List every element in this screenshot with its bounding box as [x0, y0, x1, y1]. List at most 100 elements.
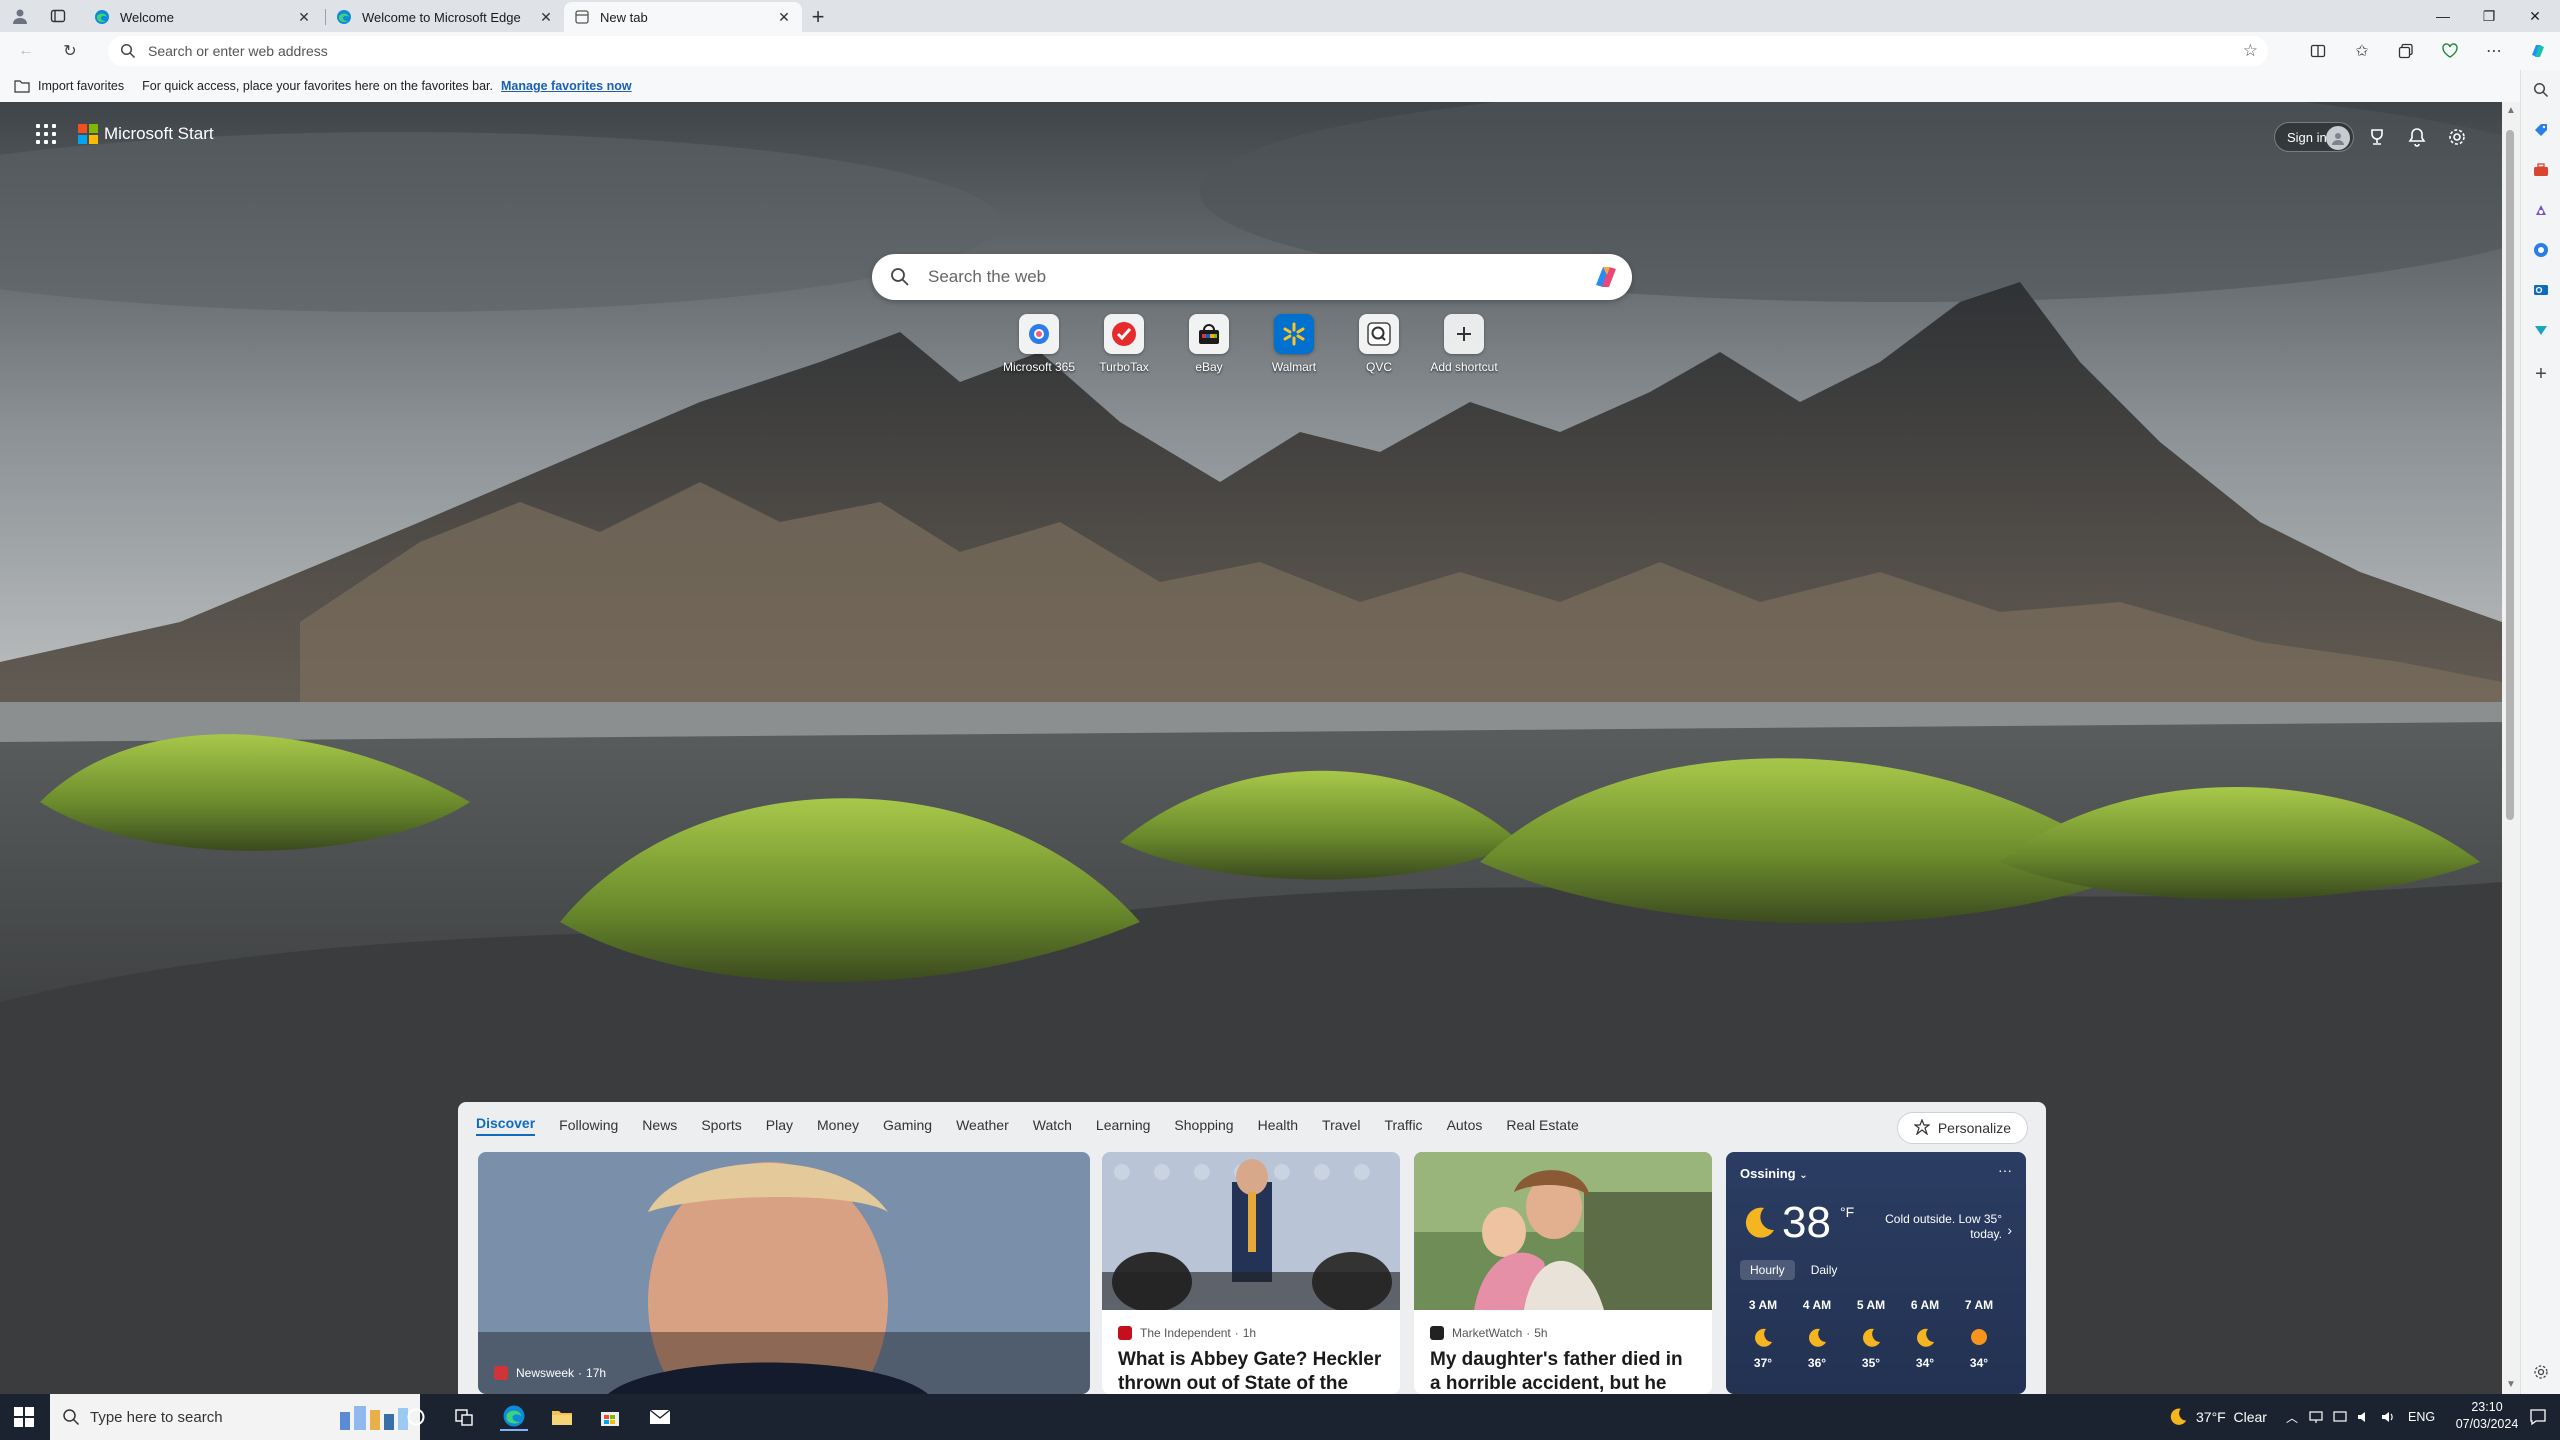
new-tab-page: Microsoft Start Sign in Search the web M… [0, 102, 2502, 1394]
shortcut-add[interactable]: Add shortcut [1422, 314, 1506, 374]
back-icon[interactable]: ← [14, 39, 38, 63]
tab-autos[interactable]: Autos [1447, 1117, 1483, 1133]
split-screen-icon[interactable] [2306, 39, 2330, 63]
source-time: 5h [1534, 1326, 1548, 1340]
tab-play[interactable]: Play [766, 1117, 793, 1133]
favorite-star-icon[interactable]: ☆ [2243, 41, 2258, 61]
tab-weather[interactable]: Weather [956, 1117, 1009, 1133]
close-window-icon[interactable]: ✕ [2512, 0, 2558, 32]
weather-location[interactable]: Ossining ⌄ [1740, 1166, 1808, 1181]
tab-traffic[interactable]: Traffic [1384, 1117, 1422, 1133]
drop-icon[interactable] [2529, 318, 2553, 342]
weather-widget[interactable]: Ossining ⌄ ··· 38 °F Cold outside. Low 3… [1726, 1152, 2026, 1394]
profile-icon[interactable] [8, 4, 32, 28]
favorites-icon[interactable]: ✩ [2350, 39, 2374, 63]
tab-learning[interactable]: Learning [1096, 1117, 1151, 1133]
more-options-icon[interactable]: ··· [1998, 1162, 2012, 1178]
news-card[interactable]: The Independent · 1h What is Abbey Gate?… [1102, 1152, 1400, 1394]
temperature-unit: °F [1840, 1204, 1855, 1220]
restore-icon[interactable]: ❐ [2466, 0, 2512, 32]
settings-more-icon[interactable]: ⋯ [2482, 39, 2506, 63]
close-tab-icon[interactable]: ✕ [776, 9, 792, 25]
sign-in-button[interactable]: Sign in [2274, 122, 2354, 152]
copilot-search-icon[interactable] [1590, 261, 1622, 293]
tab-welcome[interactable]: Welcome ✕ [84, 2, 322, 32]
close-tab-icon[interactable]: ✕ [538, 9, 554, 25]
notification-center-icon[interactable] [2524, 1403, 2552, 1431]
tab-real-estate[interactable]: Real Estate [1506, 1117, 1578, 1133]
tab-title: Welcome [120, 9, 174, 25]
turbotax-icon [1104, 314, 1144, 354]
tab-discover[interactable]: Discover [476, 1115, 536, 1136]
tab-daily[interactable]: Daily [1801, 1260, 1848, 1280]
tab-new-tab[interactable]: New tab ✕ [564, 2, 802, 32]
app-launcher-icon[interactable] [36, 124, 56, 144]
shortcut-ebay[interactable]: eBay [1167, 314, 1251, 374]
edge-taskbar-icon[interactable] [500, 1403, 528, 1431]
new-tab-button[interactable]: + [805, 4, 831, 30]
microsoft-365-sidebar-icon[interactable] [2529, 238, 2553, 262]
import-favorites-button[interactable]: Import favorites [14, 79, 124, 93]
personalize-button[interactable]: Personalize [1896, 1112, 2028, 1144]
cortana-icon[interactable] [402, 1403, 430, 1431]
microsoft-start-label[interactable]: Microsoft Start [104, 124, 214, 144]
edge-sidebar: + [2520, 70, 2560, 1394]
speaker-icon[interactable] [2374, 1403, 2402, 1431]
tab-welcome-to-edge[interactable]: Welcome to Microsoft Edge ✕ [326, 2, 564, 32]
taskbar-search-box[interactable]: Type here to search [50, 1394, 420, 1440]
page-settings-gear-icon[interactable] [2444, 124, 2470, 150]
tab-gaming[interactable]: Gaming [883, 1117, 932, 1133]
sidebar-settings-gear-icon[interactable] [2529, 1360, 2553, 1384]
current-temperature: 38 [1782, 1198, 1831, 1247]
tab-actions-icon[interactable] [46, 4, 70, 28]
windows-start-icon[interactable] [14, 1407, 34, 1427]
add-sidebar-app-icon[interactable]: + [2529, 362, 2553, 386]
notifications-bell-icon[interactable] [2404, 124, 2430, 150]
outlook-icon[interactable] [2529, 278, 2553, 302]
rewards-icon[interactable] [2364, 124, 2390, 150]
tab-health[interactable]: Health [1258, 1117, 1298, 1133]
refresh-icon[interactable]: ↻ [58, 39, 82, 63]
taskbar-weather[interactable]: 37°F Clear [2168, 1394, 2267, 1440]
language-indicator[interactable]: ENG [2408, 1394, 2435, 1440]
shortcut-turbotax[interactable]: TurboTax [1082, 314, 1166, 374]
tab-following[interactable]: Following [559, 1117, 618, 1133]
tab-hourly[interactable]: Hourly [1740, 1260, 1795, 1280]
browser-essentials-icon[interactable] [2438, 39, 2462, 63]
news-card-large[interactable]: Newsweek · 17h [478, 1152, 1090, 1394]
tab-news[interactable]: News [642, 1117, 677, 1133]
shortcut-microsoft-365[interactable]: Microsoft 365 [997, 314, 1081, 374]
address-bar[interactable]: Search or enter web address ☆ [108, 36, 2268, 66]
games-icon[interactable] [2529, 198, 2553, 222]
tab-sports[interactable]: Sports [701, 1117, 741, 1133]
scroll-up-icon[interactable]: ▲ [2506, 106, 2516, 116]
tab-money[interactable]: Money [817, 1117, 859, 1133]
tab-watch[interactable]: Watch [1033, 1117, 1072, 1133]
tab-title: New tab [600, 9, 648, 25]
chevron-right-icon[interactable]: › [2007, 1222, 2012, 1238]
collections-icon[interactable] [2394, 39, 2418, 63]
shortcut-walmart[interactable]: Walmart [1252, 314, 1336, 374]
tools-briefcase-icon[interactable] [2529, 158, 2553, 182]
page-scrollbar[interactable]: ▲ ▼ [2502, 102, 2520, 1394]
shopping-tag-icon[interactable] [2529, 118, 2553, 142]
shortcut-qvc[interactable]: QVC [1337, 314, 1421, 374]
minimize-icon[interactable]: — [2420, 0, 2466, 32]
mail-icon[interactable] [646, 1403, 674, 1431]
tab-shopping[interactable]: Shopping [1174, 1117, 1233, 1133]
task-view-icon[interactable] [450, 1403, 478, 1431]
close-tab-icon[interactable]: ✕ [296, 9, 312, 25]
news-card[interactable]: MarketWatch · 5h My daughter's father di… [1414, 1152, 1712, 1394]
copilot-icon[interactable] [2526, 39, 2550, 63]
sidebar-search-icon[interactable] [2529, 78, 2553, 102]
microsoft-store-icon[interactable] [596, 1403, 624, 1431]
scrollbar-thumb[interactable] [2506, 130, 2514, 820]
scroll-down-icon[interactable]: ▼ [2506, 1380, 2516, 1390]
hourly-forecast-item: 5 AM 35° [1844, 1298, 1898, 1370]
plus-icon [1444, 314, 1484, 354]
tab-travel[interactable]: Travel [1322, 1117, 1360, 1133]
manage-favorites-link[interactable]: Manage favorites now [501, 79, 632, 93]
taskbar-clock[interactable]: 23:10 07/03/2024 [2452, 1399, 2522, 1433]
web-search-box[interactable]: Search the web [872, 254, 1632, 300]
file-explorer-icon[interactable] [548, 1403, 576, 1431]
